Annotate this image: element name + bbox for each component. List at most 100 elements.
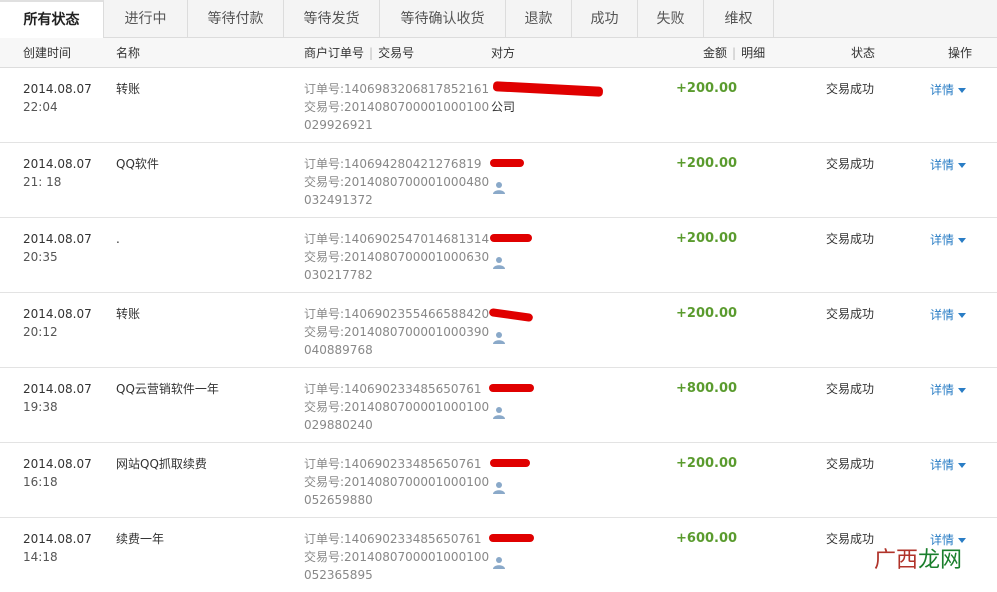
- redaction-mark: [489, 534, 534, 542]
- detail-button[interactable]: 详情: [930, 156, 967, 174]
- table-row: 2014.08.07 21: 18 QQ软件 订单号:14069428042127…: [0, 143, 997, 218]
- user-icon[interactable]: [492, 481, 506, 495]
- col-created: 创建时间: [23, 46, 72, 60]
- row-status: 交易成功: [826, 532, 875, 546]
- row-amount: +200.00: [676, 156, 738, 171]
- table-row: 2014.08.07 22:04 转账 订单号:14069832068178521…: [0, 68, 997, 143]
- row-amount: +800.00: [676, 381, 738, 396]
- row-name: 转账: [116, 307, 141, 321]
- row-time: 19:38: [23, 400, 58, 414]
- user-icon[interactable]: [492, 256, 506, 270]
- row-time: 16:18: [23, 475, 58, 489]
- row-status: 交易成功: [826, 157, 875, 171]
- row-order-info: 订单号:140690233485650761 交易号:20140807000010…: [304, 382, 490, 432]
- user-icon[interactable]: [492, 181, 506, 195]
- col-separator: |: [732, 46, 737, 60]
- row-date: 2014.08.07 20:35: [23, 232, 92, 264]
- row-date: 2014.08.07 16:18: [23, 457, 92, 489]
- row-time: 22:04: [23, 100, 58, 114]
- row-name: QQ云营销软件一年: [116, 382, 219, 396]
- row-name: QQ软件: [116, 157, 159, 171]
- row-name: 转账: [116, 82, 141, 96]
- col-amount: 金额: [703, 46, 728, 60]
- detail-button[interactable]: 详情: [930, 381, 967, 399]
- row-order-info: 订单号:1406902547014681314 交易号:2014080700001…: [304, 232, 490, 282]
- row-status: 交易成功: [826, 82, 875, 96]
- user-icon[interactable]: [492, 406, 506, 420]
- chevron-down-icon: [958, 238, 967, 243]
- row-date: 2014.08.07 21: 18: [23, 157, 92, 189]
- row-amount: +200.00: [676, 81, 738, 96]
- row-time: 20:35: [23, 250, 58, 264]
- row-amount: +200.00: [676, 231, 738, 246]
- row-time: 21: 18: [23, 175, 62, 189]
- row-status: 交易成功: [826, 232, 875, 246]
- col-action: 操作: [948, 46, 973, 60]
- table-row: 2014.08.07 16:18 网站QQ抓取续费 订单号:14069023348…: [0, 443, 997, 518]
- row-amount: +600.00: [676, 531, 738, 546]
- tab-awaiting-shipment[interactable]: 等待发货: [284, 0, 380, 38]
- tab-awaiting-payment[interactable]: 等待付款: [188, 0, 284, 38]
- row-order-info: 订单号:1406902355466588420 交易号:2014080700001…: [304, 307, 490, 357]
- col-status: 状态: [851, 46, 876, 60]
- row-date: 2014.08.07 22:04: [23, 82, 92, 114]
- tab-success[interactable]: 成功: [572, 0, 638, 38]
- row-date: 2014.08.07 14:18: [23, 532, 92, 564]
- col-merchant-order: 商户订单号: [304, 46, 365, 60]
- user-icon[interactable]: [492, 331, 506, 345]
- col-amount-detail: 金额 | 明细: [703, 38, 765, 68]
- row-name: 续费一年: [116, 532, 165, 546]
- row-amount: +200.00: [676, 456, 738, 471]
- table-header: 创建时间 名称 商户订单号 | 交易号 对方 金额 | 明细 状态 操作: [0, 38, 997, 68]
- redaction-mark: [488, 307, 534, 323]
- table-row: 2014.08.07 20:12 转账 订单号:14069023554665884…: [0, 293, 997, 368]
- row-name: .: [116, 232, 120, 246]
- detail-button[interactable]: 详情: [930, 231, 967, 249]
- chevron-down-icon: [958, 313, 967, 318]
- tab-all-status[interactable]: 所有状态: [0, 0, 104, 39]
- tabs-filler: [774, 0, 997, 38]
- redaction-mark: [490, 459, 530, 467]
- row-order-info: 订单号:140698320681785216​1 交易号:201408070000…: [304, 82, 490, 132]
- row-order-info: 订单号:140694280421276819 交易号:20140807000010…: [304, 157, 490, 207]
- site-watermark: 广西龙网: [873, 548, 962, 573]
- row-order-info: 订单号:140690233485650761 交易号:20140807000010…: [304, 457, 490, 507]
- chevron-down-icon: [958, 388, 967, 393]
- col-order-trade: 商户订单号 | 交易号: [304, 38, 414, 68]
- tab-refund[interactable]: 退款: [506, 0, 572, 38]
- redaction-mark: [490, 159, 524, 167]
- col-trade-no: 交易号: [378, 46, 415, 60]
- row-order-info: 订单号:140690233485650761 交易号:20140807000010…: [304, 532, 490, 582]
- detail-button[interactable]: 详情: [930, 306, 967, 324]
- transaction-list: 2014.08.07 22:04 转账 订单号:14069832068178521…: [0, 68, 997, 592]
- row-name: 网站QQ抓取续费: [116, 457, 207, 471]
- status-tabs: 所有状态 进行中 等待付款 等待发货 等待确认收货 退款 成功 失败 维权: [0, 0, 997, 39]
- user-icon[interactable]: [492, 556, 506, 570]
- chevron-down-icon: [958, 88, 967, 93]
- col-detail: 明细: [741, 46, 766, 60]
- row-date: 2014.08.07 19:38: [23, 382, 92, 414]
- table-row: 2014.08.07 14:18 续费一年 订单号:140690233485650…: [0, 518, 997, 592]
- redaction-mark: [489, 384, 534, 392]
- row-date: 2014.08.07 20:12: [23, 307, 92, 339]
- chevron-down-icon: [958, 463, 967, 468]
- row-time: 14:18: [23, 550, 58, 564]
- tab-awaiting-receipt[interactable]: 等待确认收货: [380, 0, 506, 38]
- row-time: 20:12: [23, 325, 58, 339]
- row-status: 交易成功: [826, 307, 875, 321]
- redaction-mark: [490, 234, 532, 242]
- row-status: 交易成功: [826, 457, 875, 471]
- detail-button[interactable]: 详情: [930, 456, 967, 474]
- row-amount: +200.00: [676, 306, 738, 321]
- tab-in-progress[interactable]: 进行中: [104, 0, 188, 38]
- col-separator: |: [369, 46, 374, 60]
- col-party: 对方: [491, 46, 516, 60]
- tab-dispute[interactable]: 维权: [704, 0, 774, 38]
- row-status: 交易成功: [826, 382, 875, 396]
- table-row: 2014.08.07 19:38 QQ云营销软件一年 订单号:1406902334…: [0, 368, 997, 443]
- tab-failed[interactable]: 失败: [638, 0, 704, 38]
- col-name: 名称: [116, 46, 141, 60]
- row-party-suffix: 公司: [491, 100, 516, 114]
- detail-button[interactable]: 详情: [930, 81, 967, 99]
- chevron-down-icon: [958, 163, 967, 168]
